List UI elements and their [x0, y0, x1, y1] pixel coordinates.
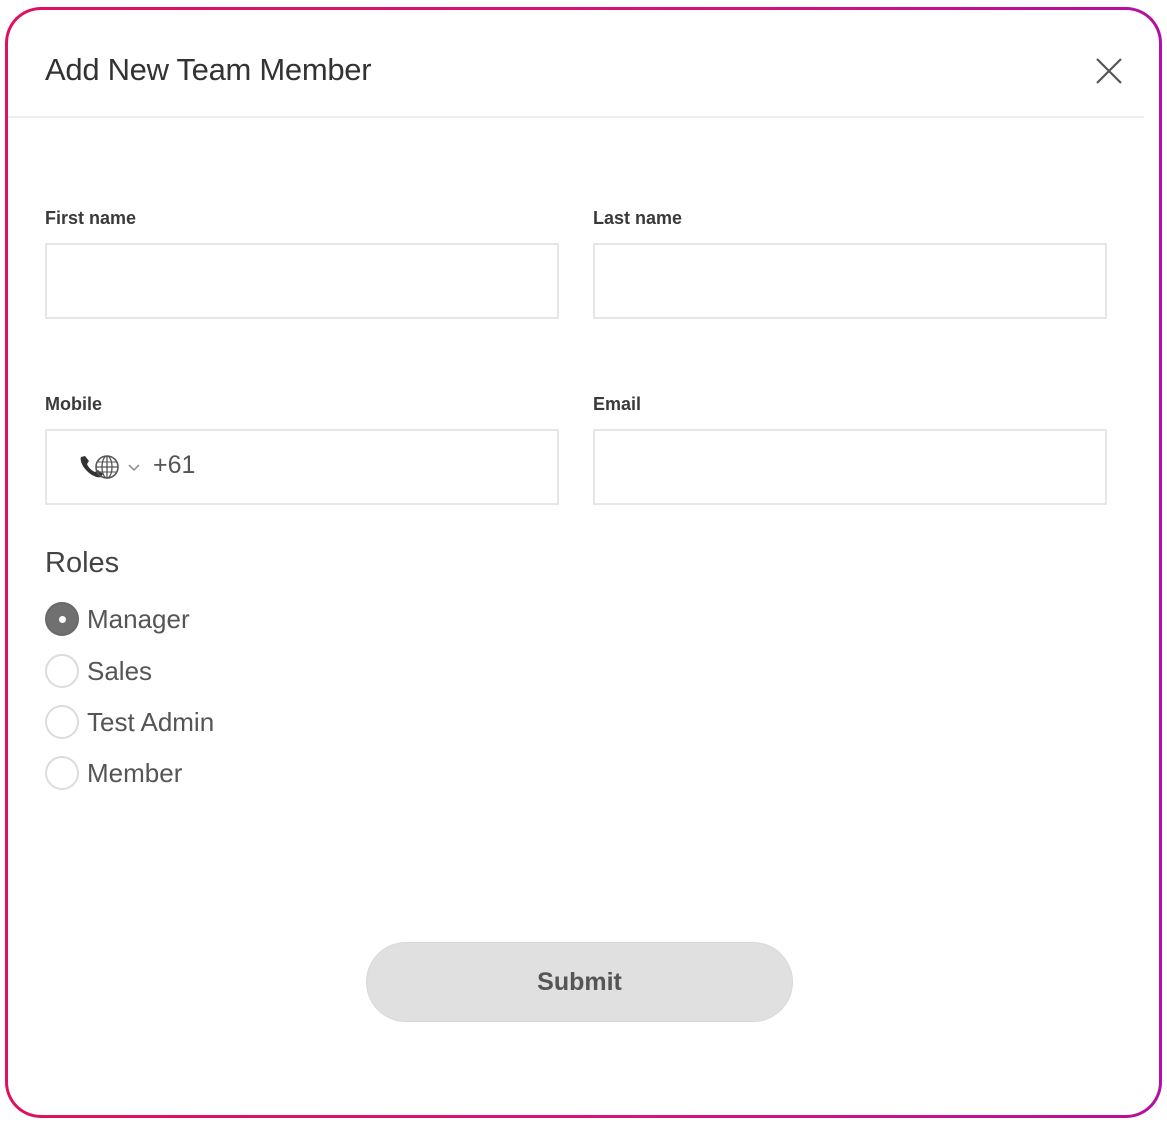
chevron-down-icon [128, 464, 140, 472]
dialog-header: Add New Team Member [8, 10, 1144, 118]
email-field [593, 429, 1107, 505]
role-option-member[interactable]: Member [45, 753, 182, 793]
role-option-test-admin[interactable]: Test Admin [45, 702, 214, 742]
last-name-label: Last name [593, 208, 683, 228]
role-label: Test Admin [87, 706, 215, 737]
role-label: Member [87, 757, 183, 788]
dialog-title: Add New Team Member [45, 52, 372, 87]
phone-globe-icon [80, 455, 119, 479]
first-name-input[interactable] [47, 245, 557, 317]
first-name-field [45, 243, 559, 319]
last-name-field [593, 243, 1107, 319]
role-option-sales[interactable]: Sales [45, 651, 152, 691]
close-icon [1096, 58, 1122, 84]
last-name-input[interactable] [595, 245, 1105, 317]
email-input[interactable] [595, 431, 1105, 503]
close-button[interactable] [1093, 55, 1125, 87]
role-label: Sales [87, 655, 153, 686]
role-option-manager[interactable]: Manager [45, 599, 190, 639]
role-label: Manager [87, 603, 190, 634]
country-selector[interactable] [77, 449, 141, 485]
radio-button[interactable] [45, 705, 79, 739]
radio-button[interactable] [45, 654, 79, 688]
mobile-field: +61 [45, 429, 717, 505]
first-name-label: First name [45, 208, 137, 228]
email-label: Email [593, 394, 642, 414]
mobile-label: Mobile [45, 394, 102, 414]
radio-button-checked[interactable] [45, 602, 79, 636]
radio-button[interactable] [45, 756, 79, 790]
country-code: +61 [153, 451, 196, 479]
dialog-frame: Add New Team Member First name Last name… [5, 7, 1162, 1118]
roles-heading: Roles [45, 547, 120, 579]
submit-button[interactable]: Submit [366, 942, 793, 1022]
add-team-member-dialog: Add New Team Member First name Last name… [8, 10, 1159, 1115]
